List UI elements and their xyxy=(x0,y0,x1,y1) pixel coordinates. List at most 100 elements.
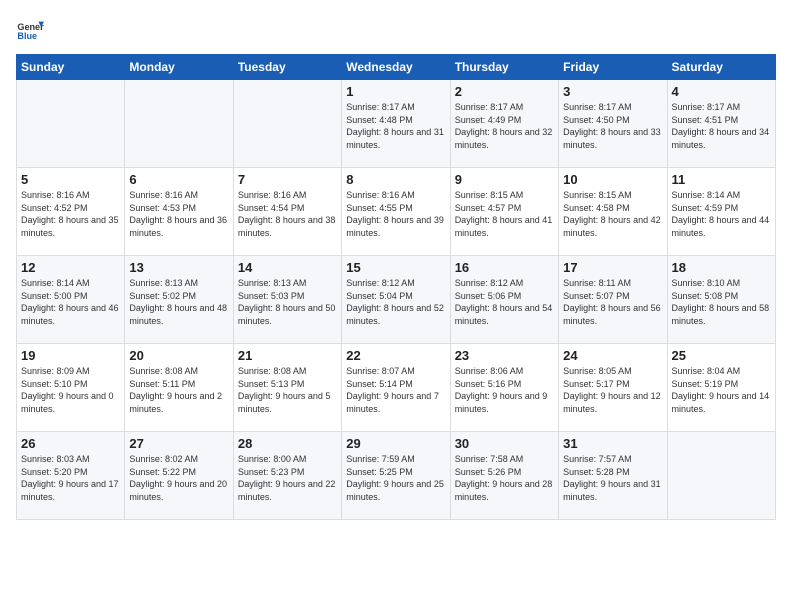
day-number: 30 xyxy=(455,436,554,451)
cell-info: Sunrise: 8:16 AM Sunset: 4:54 PM Dayligh… xyxy=(238,189,337,239)
cell-info: Sunrise: 7:57 AM Sunset: 5:28 PM Dayligh… xyxy=(563,453,662,503)
cell-info: Sunrise: 8:10 AM Sunset: 5:08 PM Dayligh… xyxy=(672,277,771,327)
calendar-cell: 9Sunrise: 8:15 AM Sunset: 4:57 PM Daylig… xyxy=(450,168,558,256)
day-number: 19 xyxy=(21,348,120,363)
header: General Blue xyxy=(16,16,776,44)
calendar-header: SundayMondayTuesdayWednesdayThursdayFrid… xyxy=(17,55,776,80)
day-number: 25 xyxy=(672,348,771,363)
cell-info: Sunrise: 8:04 AM Sunset: 5:19 PM Dayligh… xyxy=(672,365,771,415)
cell-info: Sunrise: 8:05 AM Sunset: 5:17 PM Dayligh… xyxy=(563,365,662,415)
calendar-cell: 29Sunrise: 7:59 AM Sunset: 5:25 PM Dayli… xyxy=(342,432,450,520)
day-number: 28 xyxy=(238,436,337,451)
day-number: 23 xyxy=(455,348,554,363)
cell-info: Sunrise: 8:15 AM Sunset: 4:58 PM Dayligh… xyxy=(563,189,662,239)
cell-info: Sunrise: 8:17 AM Sunset: 4:48 PM Dayligh… xyxy=(346,101,445,151)
calendar-cell: 7 Sunrise: 8:16 AM Sunset: 4:54 PM Daylig… xyxy=(233,168,341,256)
day-number: 7 xyxy=(238,172,337,187)
day-number: 20 xyxy=(129,348,228,363)
cell-info: Sunrise: 8:13 AM Sunset: 5:03 PM Dayligh… xyxy=(238,277,337,327)
calendar-cell xyxy=(667,432,775,520)
cell-info: Sunrise: 8:16 AM Sunset: 4:52 PM Dayligh… xyxy=(21,189,120,239)
day-header-friday: Friday xyxy=(559,55,667,80)
day-number: 17 xyxy=(563,260,662,275)
cell-info: Sunrise: 8:09 AM Sunset: 5:10 PM Dayligh… xyxy=(21,365,120,415)
day-number: 13 xyxy=(129,260,228,275)
cell-info: Sunrise: 8:17 AM Sunset: 4:51 PM Dayligh… xyxy=(672,101,771,151)
calendar-cell: 2 Sunrise: 8:17 AM Sunset: 4:49 PM Daylig… xyxy=(450,80,558,168)
day-number: 27 xyxy=(129,436,228,451)
day-number: 8 xyxy=(346,172,445,187)
calendar-cell: 12Sunrise: 8:14 AM Sunset: 5:00 PM Dayli… xyxy=(17,256,125,344)
cell-info: Sunrise: 7:58 AM Sunset: 5:26 PM Dayligh… xyxy=(455,453,554,503)
day-header-wednesday: Wednesday xyxy=(342,55,450,80)
day-number: 18 xyxy=(672,260,771,275)
day-header-saturday: Saturday xyxy=(667,55,775,80)
calendar-cell: 25 Sunrise: 8:04 AM Sunset: 5:19 PM Dayli… xyxy=(667,344,775,432)
day-number: 21 xyxy=(238,348,337,363)
day-number: 1 xyxy=(346,84,445,99)
calendar-cell: 26Sunrise: 8:03 AM Sunset: 5:20 PM Dayli… xyxy=(17,432,125,520)
day-number: 15 xyxy=(346,260,445,275)
calendar-cell: 6 Sunrise: 8:16 AM Sunset: 4:53 PM Daylig… xyxy=(125,168,233,256)
day-number: 24 xyxy=(563,348,662,363)
calendar-cell: 24 Sunrise: 8:05 AM Sunset: 5:17 PM Dayli… xyxy=(559,344,667,432)
calendar-cell: 31 Sunrise: 7:57 AM Sunset: 5:28 PM Dayli… xyxy=(559,432,667,520)
day-number: 31 xyxy=(563,436,662,451)
calendar-cell: 20Sunrise: 8:08 AM Sunset: 5:11 PM Dayli… xyxy=(125,344,233,432)
calendar-cell: 1 Sunrise: 8:17 AM Sunset: 4:48 PM Daylig… xyxy=(342,80,450,168)
calendar-cell xyxy=(17,80,125,168)
week-row-5: 26Sunrise: 8:03 AM Sunset: 5:20 PM Dayli… xyxy=(17,432,776,520)
calendar-cell: 27 Sunrise: 8:02 AM Sunset: 5:22 PM Dayli… xyxy=(125,432,233,520)
cell-info: Sunrise: 8:14 AM Sunset: 4:59 PM Dayligh… xyxy=(672,189,771,239)
calendar-cell: 15Sunrise: 8:12 AM Sunset: 5:04 PM Dayli… xyxy=(342,256,450,344)
logo: General Blue xyxy=(16,16,44,44)
day-number: 12 xyxy=(21,260,120,275)
calendar-cell: 28 Sunrise: 8:00 AM Sunset: 5:23 PM Dayli… xyxy=(233,432,341,520)
day-header-thursday: Thursday xyxy=(450,55,558,80)
calendar-cell: 19 Sunrise: 8:09 AM Sunset: 5:10 PM Dayli… xyxy=(17,344,125,432)
cell-info: Sunrise: 7:59 AM Sunset: 5:25 PM Dayligh… xyxy=(346,453,445,503)
day-number: 3 xyxy=(563,84,662,99)
day-number: 16 xyxy=(455,260,554,275)
day-number: 5 xyxy=(21,172,120,187)
calendar-cell: 3 Sunrise: 8:17 AM Sunset: 4:50 PM Daylig… xyxy=(559,80,667,168)
calendar-cell: 11 Sunrise: 8:14 AM Sunset: 4:59 PM Dayli… xyxy=(667,168,775,256)
calendar-cell: 8Sunrise: 8:16 AM Sunset: 4:55 PM Daylig… xyxy=(342,168,450,256)
calendar-body: 1 Sunrise: 8:17 AM Sunset: 4:48 PM Daylig… xyxy=(17,80,776,520)
calendar-cell xyxy=(233,80,341,168)
calendar-cell: 18 Sunrise: 8:10 AM Sunset: 5:08 PM Dayli… xyxy=(667,256,775,344)
day-number: 14 xyxy=(238,260,337,275)
calendar-cell: 14 Sunrise: 8:13 AM Sunset: 5:03 PM Dayli… xyxy=(233,256,341,344)
day-number: 10 xyxy=(563,172,662,187)
cell-info: Sunrise: 8:00 AM Sunset: 5:23 PM Dayligh… xyxy=(238,453,337,503)
week-row-1: 1 Sunrise: 8:17 AM Sunset: 4:48 PM Daylig… xyxy=(17,80,776,168)
day-number: 22 xyxy=(346,348,445,363)
calendar-cell: 21Sunrise: 8:08 AM Sunset: 5:13 PM Dayli… xyxy=(233,344,341,432)
calendar-cell: 13Sunrise: 8:13 AM Sunset: 5:02 PM Dayli… xyxy=(125,256,233,344)
day-header-monday: Monday xyxy=(125,55,233,80)
cell-info: Sunrise: 8:07 AM Sunset: 5:14 PM Dayligh… xyxy=(346,365,445,415)
cell-info: Sunrise: 8:03 AM Sunset: 5:20 PM Dayligh… xyxy=(21,453,120,503)
calendar-cell: 22 Sunrise: 8:07 AM Sunset: 5:14 PM Dayli… xyxy=(342,344,450,432)
cell-info: Sunrise: 8:02 AM Sunset: 5:22 PM Dayligh… xyxy=(129,453,228,503)
calendar-cell xyxy=(125,80,233,168)
cell-info: Sunrise: 8:12 AM Sunset: 5:06 PM Dayligh… xyxy=(455,277,554,327)
cell-info: Sunrise: 8:15 AM Sunset: 4:57 PM Dayligh… xyxy=(455,189,554,239)
cell-info: Sunrise: 8:17 AM Sunset: 4:50 PM Dayligh… xyxy=(563,101,662,151)
logo-icon: General Blue xyxy=(16,16,44,44)
calendar-cell: 16 Sunrise: 8:12 AM Sunset: 5:06 PM Dayli… xyxy=(450,256,558,344)
cell-info: Sunrise: 8:17 AM Sunset: 4:49 PM Dayligh… xyxy=(455,101,554,151)
cell-info: Sunrise: 8:06 AM Sunset: 5:16 PM Dayligh… xyxy=(455,365,554,415)
svg-text:Blue: Blue xyxy=(17,31,37,41)
day-number: 11 xyxy=(672,172,771,187)
calendar-cell: 5 Sunrise: 8:16 AM Sunset: 4:52 PM Daylig… xyxy=(17,168,125,256)
calendar-cell: 4Sunrise: 8:17 AM Sunset: 4:51 PM Daylig… xyxy=(667,80,775,168)
week-row-3: 12Sunrise: 8:14 AM Sunset: 5:00 PM Dayli… xyxy=(17,256,776,344)
cell-info: Sunrise: 8:11 AM Sunset: 5:07 PM Dayligh… xyxy=(563,277,662,327)
calendar-cell: 10 Sunrise: 8:15 AM Sunset: 4:58 PM Dayli… xyxy=(559,168,667,256)
day-number: 6 xyxy=(129,172,228,187)
cell-info: Sunrise: 8:16 AM Sunset: 4:53 PM Dayligh… xyxy=(129,189,228,239)
week-row-4: 19 Sunrise: 8:09 AM Sunset: 5:10 PM Dayli… xyxy=(17,344,776,432)
calendar-cell: 23 Sunrise: 8:06 AM Sunset: 5:16 PM Dayli… xyxy=(450,344,558,432)
day-number: 2 xyxy=(455,84,554,99)
